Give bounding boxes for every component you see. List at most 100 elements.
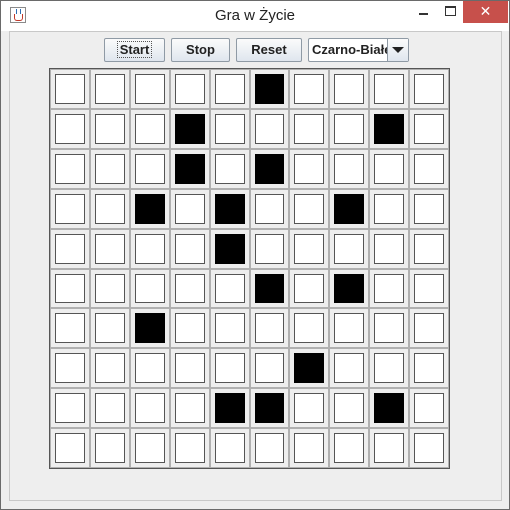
board-cell[interactable] [249, 228, 290, 269]
color-mode-select[interactable]: Czarno-Białe [308, 38, 409, 62]
board-cell[interactable] [369, 348, 410, 389]
board-cell[interactable] [89, 388, 130, 429]
board-cell[interactable] [329, 428, 370, 468]
color-mode-dropdown-button[interactable] [387, 39, 408, 61]
board-cell[interactable] [329, 228, 370, 269]
board-cell[interactable] [89, 108, 130, 149]
board-cell[interactable] [289, 388, 330, 429]
board-cell[interactable] [289, 308, 330, 349]
board-cell[interactable] [169, 228, 210, 269]
board-cell[interactable] [169, 69, 210, 109]
board-cell[interactable] [329, 388, 370, 429]
board-cell[interactable] [169, 148, 210, 189]
board-cell[interactable] [209, 148, 250, 189]
board-cell[interactable] [169, 388, 210, 429]
board-cell[interactable] [329, 148, 370, 189]
board-cell[interactable] [409, 188, 449, 229]
board-cell[interactable] [289, 108, 330, 149]
board-cell[interactable] [169, 108, 210, 149]
board-cell[interactable] [129, 188, 170, 229]
board-cell[interactable] [209, 268, 250, 309]
board-cell[interactable] [89, 428, 130, 468]
board-cell[interactable] [249, 388, 290, 429]
board-cell[interactable] [129, 148, 170, 189]
board-cell[interactable] [129, 388, 170, 429]
board-cell[interactable] [369, 148, 410, 189]
board-cell[interactable] [289, 188, 330, 229]
board-cell[interactable] [289, 148, 330, 189]
board-cell[interactable] [249, 308, 290, 349]
board-cell[interactable] [369, 188, 410, 229]
board-cell[interactable] [329, 308, 370, 349]
board-cell[interactable] [369, 108, 410, 149]
board-cell[interactable] [409, 428, 449, 468]
board-cell[interactable] [89, 188, 130, 229]
board-cell[interactable] [289, 428, 330, 468]
title-bar[interactable]: Gra w Życie ✕ [1, 1, 509, 31]
stop-button[interactable]: Stop [171, 38, 230, 62]
board-cell[interactable] [50, 428, 90, 468]
board-cell[interactable] [129, 428, 170, 468]
board-cell[interactable] [249, 268, 290, 309]
board-cell[interactable] [169, 428, 210, 468]
board-cell[interactable] [50, 108, 90, 149]
board-cell[interactable] [369, 388, 410, 429]
board-cell[interactable] [209, 308, 250, 349]
maximize-button[interactable] [437, 1, 463, 23]
board-cell[interactable] [50, 348, 90, 389]
board-cell[interactable] [50, 308, 90, 349]
board-cell[interactable] [169, 268, 210, 309]
board-cell[interactable] [249, 188, 290, 229]
board-cell[interactable] [89, 228, 130, 269]
board-cell[interactable] [50, 268, 90, 309]
board-cell[interactable] [249, 428, 290, 468]
board-cell[interactable] [89, 308, 130, 349]
board-cell[interactable] [369, 228, 410, 269]
board-cell[interactable] [89, 148, 130, 189]
board-cell[interactable] [369, 268, 410, 309]
board-cell[interactable] [169, 348, 210, 389]
board-cell[interactable] [249, 348, 290, 389]
board-cell[interactable] [409, 69, 449, 109]
close-button[interactable]: ✕ [463, 1, 508, 23]
board-cell[interactable] [89, 348, 130, 389]
board-cell[interactable] [329, 108, 370, 149]
board-cell[interactable] [289, 228, 330, 269]
board-cell[interactable] [409, 228, 449, 269]
board-cell[interactable] [209, 348, 250, 389]
board-cell[interactable] [409, 348, 449, 389]
board-cell[interactable] [209, 188, 250, 229]
board-cell[interactable] [129, 348, 170, 389]
board-cell[interactable] [129, 69, 170, 109]
board-cell[interactable] [369, 428, 410, 468]
board-cell[interactable] [50, 228, 90, 269]
reset-button[interactable]: Reset [236, 38, 302, 62]
board-cell[interactable] [169, 188, 210, 229]
board-cell[interactable] [289, 268, 330, 309]
board-cell[interactable] [129, 308, 170, 349]
board-cell[interactable] [50, 188, 90, 229]
board-cell[interactable] [209, 228, 250, 269]
board-cell[interactable] [89, 69, 130, 109]
board-cell[interactable] [329, 348, 370, 389]
board-cell[interactable] [129, 228, 170, 269]
board-cell[interactable] [409, 148, 449, 189]
board-cell[interactable] [209, 428, 250, 468]
board-cell[interactable] [209, 108, 250, 149]
board-cell[interactable] [409, 108, 449, 149]
board-cell[interactable] [329, 268, 370, 309]
board-cell[interactable] [369, 308, 410, 349]
board-cell[interactable] [50, 69, 90, 109]
board-cell[interactable] [50, 148, 90, 189]
board-cell[interactable] [409, 268, 449, 309]
minimize-button[interactable] [410, 1, 436, 23]
board-cell[interactable] [209, 69, 250, 109]
board-cell[interactable] [209, 388, 250, 429]
board-cell[interactable] [369, 69, 410, 109]
board-cell[interactable] [329, 188, 370, 229]
board-cell[interactable] [289, 348, 330, 389]
board-cell[interactable] [89, 268, 130, 309]
board-cell[interactable] [129, 268, 170, 309]
start-button[interactable]: Start [104, 38, 165, 62]
board-cell[interactable] [169, 308, 210, 349]
